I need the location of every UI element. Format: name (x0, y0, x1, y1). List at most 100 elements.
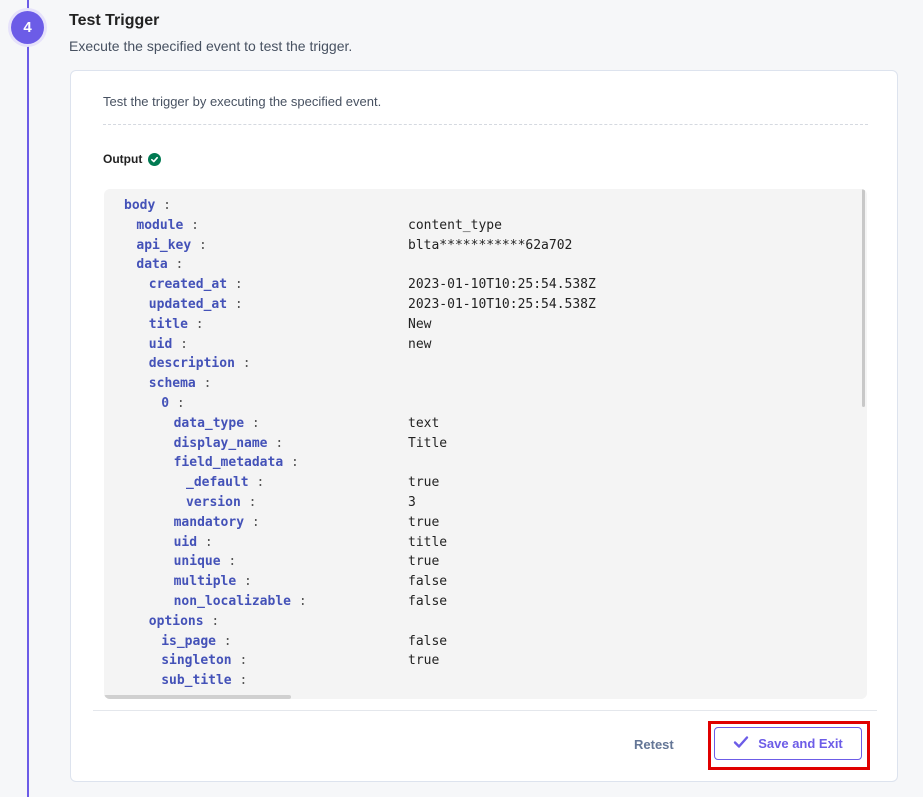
json-value: true (408, 653, 440, 669)
json-colon: : (267, 435, 284, 451)
json-row: uid : (149, 335, 188, 355)
json-key: updated_at (148, 297, 228, 312)
json-key: data_type (173, 415, 245, 431)
json-key: unique (173, 554, 221, 570)
json-value: false (408, 633, 448, 649)
vertical-scrollbar[interactable] (862, 189, 865, 407)
test-trigger-card: Test the trigger by executing the specif… (70, 70, 898, 782)
json-key: multiple (173, 574, 237, 590)
footer-divider (93, 710, 877, 711)
json-key: created_at (148, 277, 228, 293)
success-check-icon (148, 152, 162, 166)
json-row: version : (186, 493, 256, 513)
step-subtitle: Execute the specified event to test the … (69, 38, 353, 54)
json-colon: : (227, 297, 243, 312)
dashed-divider (103, 124, 868, 125)
json-row: schema : (149, 374, 212, 394)
json-key: api_key (136, 237, 192, 253)
json-row: module : (136, 216, 199, 236)
json-row: multiple : (174, 572, 252, 592)
json-value: 2023-01-10T10:25:54.538Z (408, 297, 596, 312)
json-colon: : (240, 495, 257, 510)
retest-button[interactable]: Retest (634, 737, 674, 752)
json-value: true (408, 554, 440, 570)
json-row: mandatory : (174, 513, 260, 533)
json-key: schema (148, 376, 196, 392)
output-heading: Output (103, 152, 162, 166)
check-icon (733, 735, 749, 752)
json-row: uid : (174, 533, 213, 553)
json-colon: : (227, 277, 243, 293)
json-key: title (148, 316, 188, 332)
json-colon: : (169, 396, 185, 411)
json-row: is_page : (161, 632, 231, 652)
json-value: new (408, 336, 432, 352)
json-key: is_page (161, 633, 216, 649)
json-colon: : (236, 574, 252, 590)
json-colon: : (248, 475, 265, 491)
json-key: non_localizable (173, 594, 291, 609)
json-row: description : (149, 354, 251, 374)
json-key: body (124, 198, 156, 213)
json-colon: : (244, 514, 260, 530)
json-value: New (408, 316, 432, 332)
json-colon: : (231, 673, 248, 689)
json-key: options (148, 613, 204, 629)
json-value: 2023-01-10T10:25:54.538Z (408, 277, 596, 293)
json-output-viewer[interactable]: body : module : content_type api_key : blta*… (104, 189, 867, 699)
output-label: Output (103, 152, 143, 166)
json-row: api_key : (136, 236, 206, 256)
json-key: mandatory (173, 514, 245, 530)
save-and-exit-label: Save and Exit (758, 736, 843, 751)
json-row: unique : (174, 552, 237, 572)
json-colon: : (234, 356, 251, 372)
json-colon: : (187, 316, 204, 332)
json-key: _default (186, 475, 249, 491)
json-key: data (136, 257, 168, 273)
json-key: display_name (173, 435, 268, 451)
json-value: 3 (408, 495, 416, 510)
json-key: sub_title (161, 673, 232, 689)
json-colon: : (283, 455, 299, 471)
json-value: text (408, 415, 440, 431)
json-key: field_metadata (173, 455, 284, 471)
json-colon: : (291, 594, 307, 609)
json-row: updated_at : (149, 295, 243, 315)
json-key: module (136, 217, 184, 233)
json-value: blta***********62a702 (408, 237, 573, 253)
json-row: singleton : (161, 651, 247, 671)
json-value: true (408, 475, 440, 491)
json-colon: : (215, 633, 232, 649)
step-title: Test Trigger (69, 12, 160, 29)
json-row: data_type : (174, 414, 260, 434)
json-row: non_localizable : (174, 592, 307, 612)
json-key: 0 (161, 396, 170, 411)
json-value: content_type (408, 217, 502, 233)
json-colon: : (191, 237, 207, 253)
json-value: true (408, 514, 440, 530)
json-colon: : (203, 613, 220, 629)
json-row: 0 : (161, 394, 184, 414)
json-row: _default : (186, 473, 264, 493)
json-value: Title (408, 435, 448, 451)
json-colon: : (195, 376, 212, 392)
timeline-line (27, 0, 29, 797)
json-row: title : (149, 315, 204, 335)
horizontal-scrollbar[interactable] (104, 695, 291, 699)
json-colon: : (172, 336, 188, 352)
json-value: false (408, 574, 448, 590)
json-colon: : (244, 415, 260, 431)
json-key: uid (148, 336, 173, 352)
json-row: sub_title : (161, 671, 247, 691)
json-key: version (186, 495, 241, 510)
save-and-exit-button[interactable]: Save and Exit (714, 727, 862, 760)
json-row: created_at : (149, 275, 243, 295)
json-colon: : (197, 534, 213, 550)
json-row: body : (124, 196, 171, 216)
json-colon: : (167, 257, 184, 273)
json-key: singleton (161, 653, 232, 669)
json-key: description (148, 356, 235, 372)
json-row: data : (136, 255, 183, 275)
json-colon: : (220, 554, 237, 570)
json-row: display_name : (174, 434, 284, 454)
